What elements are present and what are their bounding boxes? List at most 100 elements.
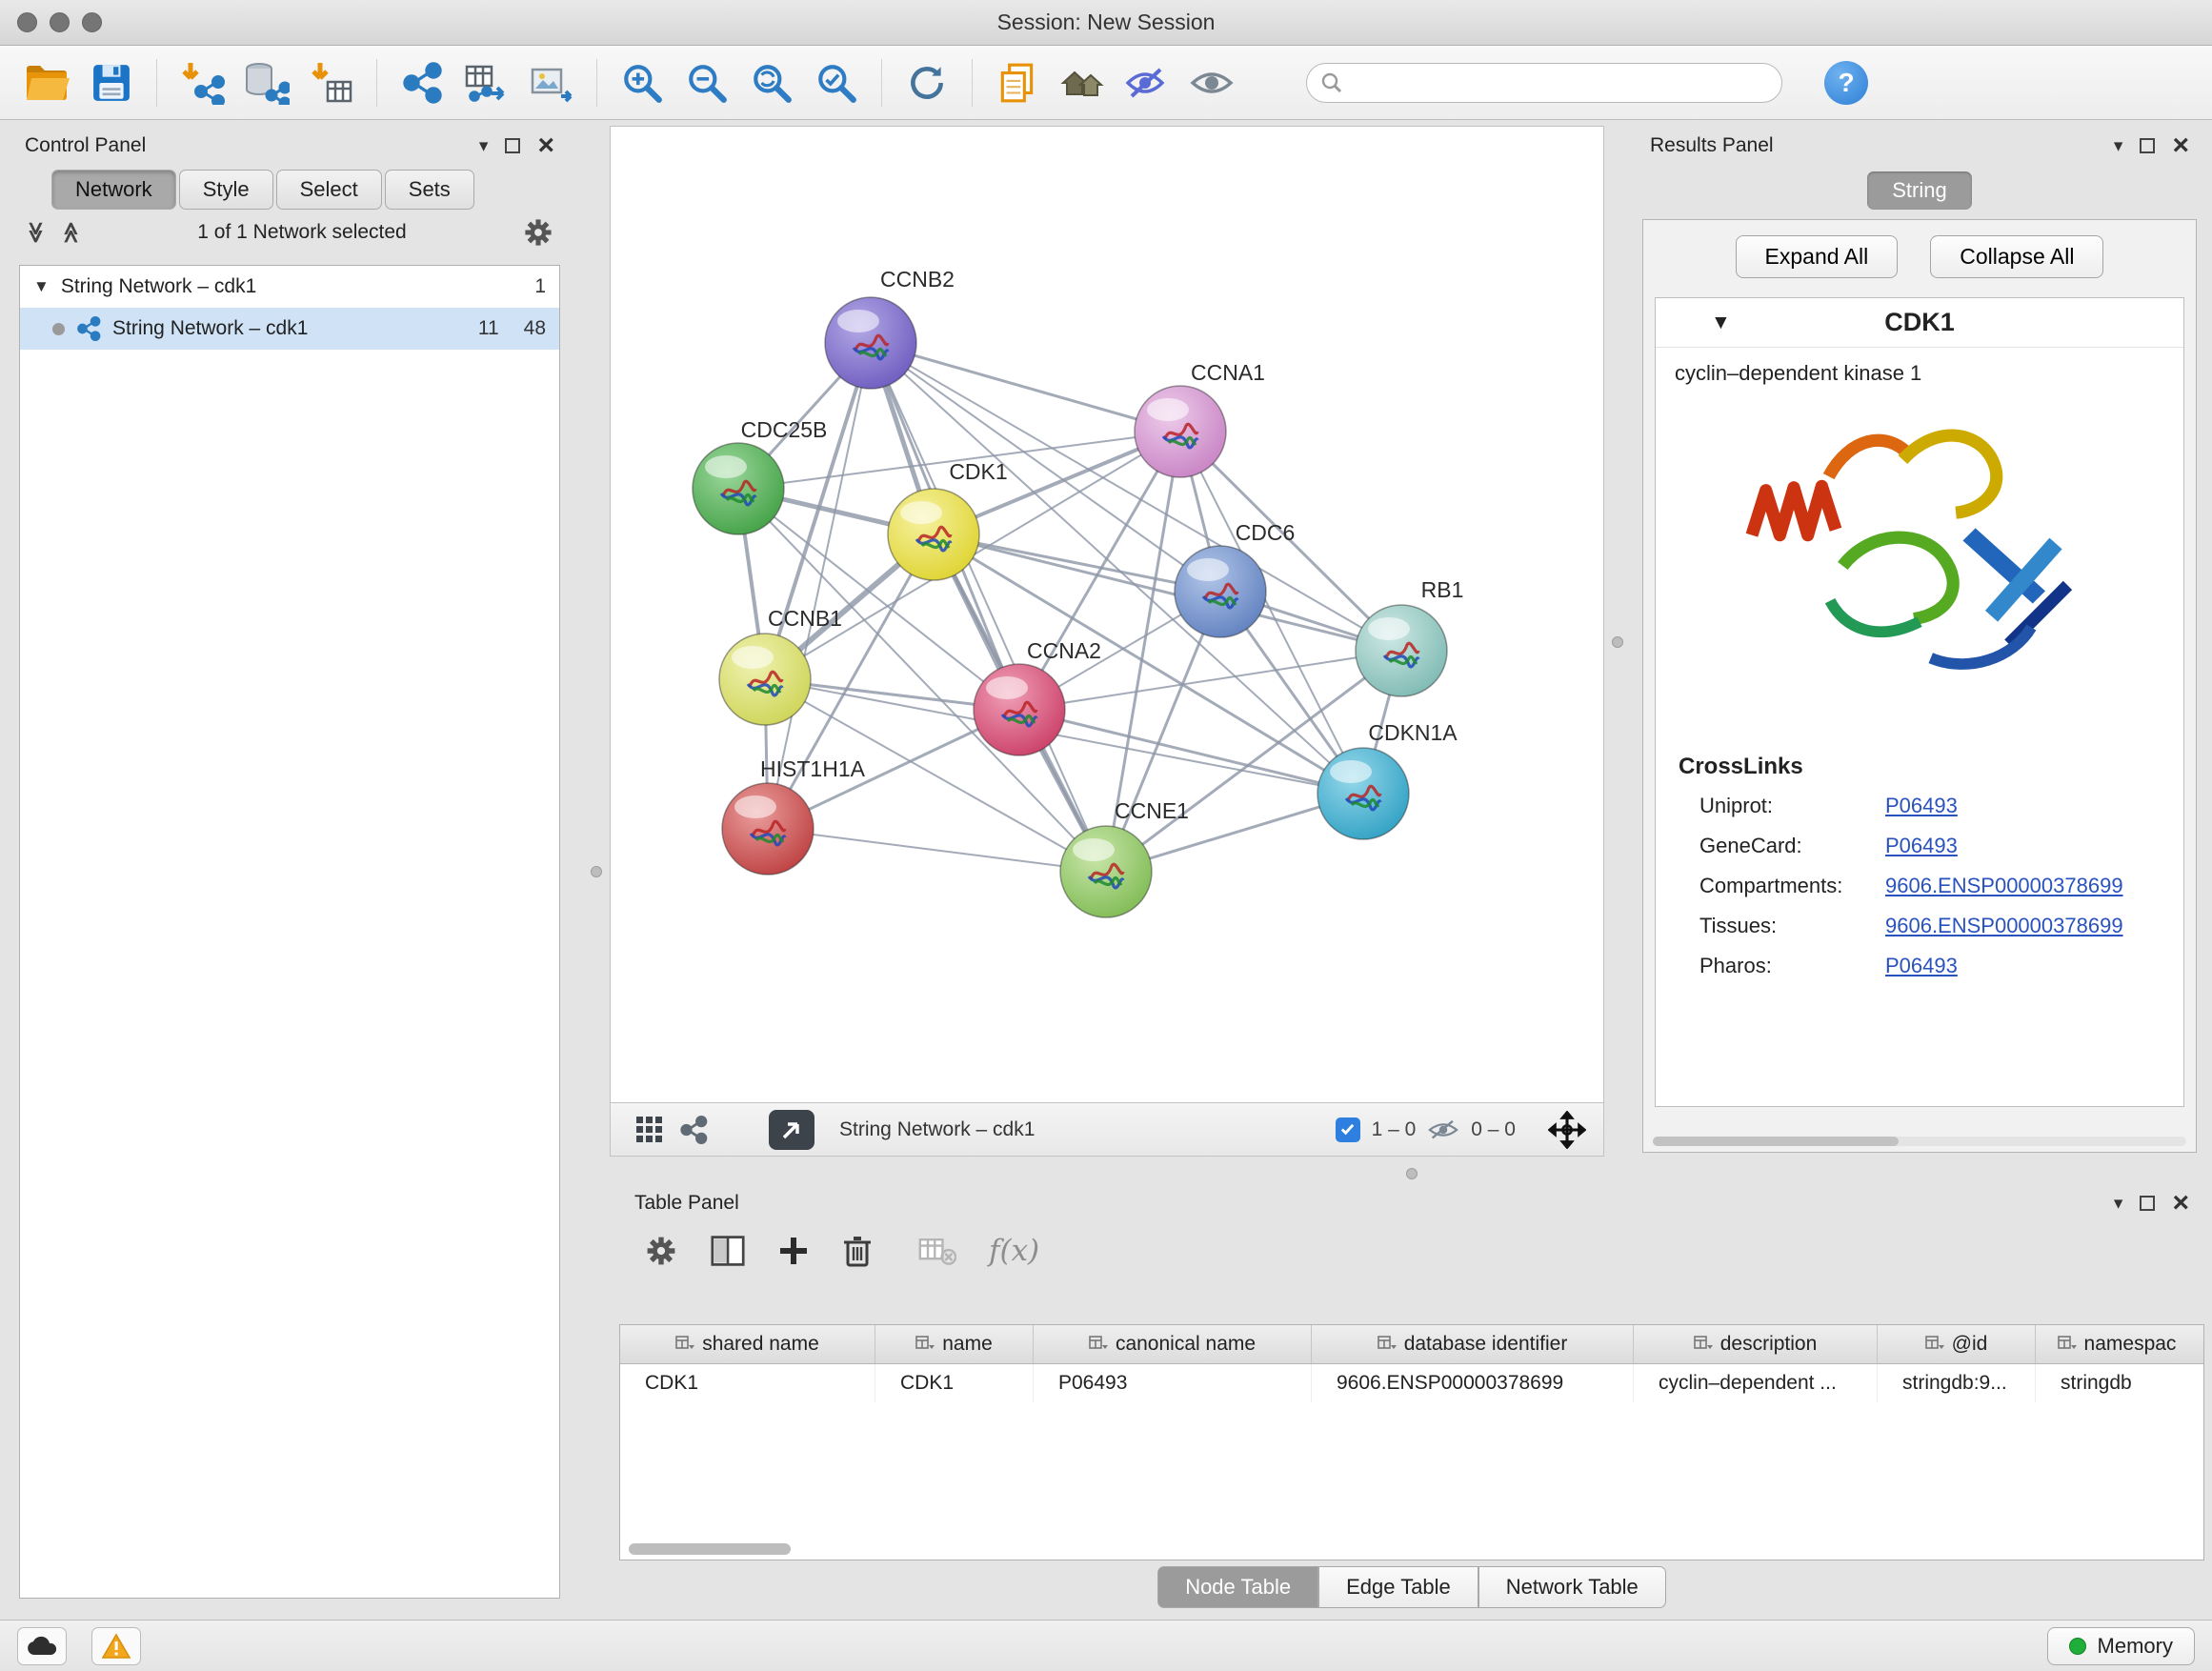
- table-settings-gear-icon[interactable]: [644, 1234, 678, 1268]
- zoom-in-button[interactable]: [614, 55, 670, 111]
- panel-menu-icon[interactable]: ▾: [2114, 1193, 2123, 1215]
- network-node-RB1[interactable]: RB1: [1356, 577, 1463, 696]
- crosslink-genecard[interactable]: P06493: [1885, 834, 1958, 858]
- export-image-button[interactable]: [524, 55, 579, 111]
- selected-checkbox[interactable]: [1336, 1117, 1360, 1142]
- close-panel-icon[interactable]: ×: [537, 138, 554, 153]
- zoom-out-button[interactable]: [679, 55, 734, 111]
- column-header[interactable]: namespac: [2036, 1325, 2198, 1363]
- collapse-all-button[interactable]: Collapse All: [1930, 235, 2103, 278]
- table-horizontal-scrollbar[interactable]: [629, 1543, 791, 1555]
- expand-all-button[interactable]: Expand All: [1736, 235, 1899, 278]
- add-column-plus-icon[interactable]: [777, 1235, 810, 1267]
- cell-database-identifier[interactable]: 9606.ENSP00000378699: [1312, 1364, 1634, 1402]
- column-header[interactable]: @id: [1878, 1325, 2036, 1363]
- zoom-fit-button[interactable]: [744, 55, 799, 111]
- network-node-CCNB1[interactable]: CCNB1: [719, 606, 842, 725]
- grid-view-button[interactable]: [628, 1108, 672, 1152]
- cell-namespace[interactable]: stringdb: [2036, 1364, 2198, 1402]
- home-networks-button[interactable]: [1055, 55, 1110, 111]
- cell-shared-name[interactable]: CDK1: [620, 1364, 875, 1402]
- crosslink-compartments[interactable]: 9606.ENSP00000378699: [1885, 874, 2123, 898]
- close-panel-icon[interactable]: ×: [2172, 138, 2189, 153]
- crosslink-pharos[interactable]: P06493: [1885, 954, 1958, 978]
- crosslink-tissues[interactable]: 9606.ENSP00000378699: [1885, 914, 2123, 938]
- tab-select[interactable]: Select: [276, 170, 382, 210]
- tab-node-table[interactable]: Node Table: [1157, 1566, 1318, 1608]
- right-splitter-handle[interactable]: [1612, 636, 1623, 648]
- refresh-button[interactable]: [899, 55, 955, 111]
- network-node-CDKN1A[interactable]: CDKN1A: [1317, 720, 1458, 839]
- duplicate-document-button[interactable]: [990, 55, 1045, 111]
- search-input[interactable]: [1351, 71, 1768, 93]
- network-node-HIST1H1A[interactable]: HIST1H1A: [722, 756, 866, 875]
- network-edge-CDK1-RB1[interactable]: [934, 534, 1401, 651]
- panel-menu-icon[interactable]: ▾: [2114, 135, 2123, 157]
- network-edge-CCNB2-CCNA1[interactable]: [871, 343, 1180, 432]
- column-header[interactable]: shared name: [620, 1325, 875, 1363]
- bottom-splitter-handle[interactable]: [1406, 1168, 1418, 1179]
- column-header[interactable]: name: [875, 1325, 1034, 1363]
- tab-sets[interactable]: Sets: [385, 170, 474, 210]
- save-session-button[interactable]: [84, 55, 139, 111]
- tab-style[interactable]: Style: [179, 170, 273, 210]
- network-edge-CCNB2-CCNE1[interactable]: [871, 343, 1106, 872]
- cell-name[interactable]: CDK1: [875, 1364, 1034, 1402]
- close-panel-icon[interactable]: ×: [2172, 1196, 2189, 1211]
- import-table-button[interactable]: [304, 55, 359, 111]
- network-row-selected[interactable]: String Network – cdk1 11 48: [20, 308, 559, 350]
- network-edge-HIST1H1A-CCNE1[interactable]: [768, 829, 1106, 872]
- memory-button[interactable]: Memory: [2047, 1627, 2195, 1665]
- expander-icon[interactable]: ▼: [33, 277, 50, 296]
- close-window-button[interactable]: [17, 12, 37, 32]
- maximize-window-button[interactable]: [82, 12, 102, 32]
- detach-view-button[interactable]: [769, 1110, 814, 1150]
- help-button[interactable]: ?: [1824, 61, 1868, 105]
- network-graph[interactable]: CCNB2CCNA1CDC25BCDK1CDC6RB1CCNB1CCNA2CDK…: [611, 127, 1603, 1102]
- cell-id[interactable]: stringdb:9...: [1878, 1364, 2036, 1402]
- network-node-CCNB2[interactable]: CCNB2: [825, 267, 955, 389]
- float-panel-icon[interactable]: [2140, 1196, 2155, 1211]
- tab-edge-table[interactable]: Edge Table: [1318, 1566, 1478, 1608]
- collapse-all-networks-icon[interactable]: ≪: [59, 221, 84, 243]
- network-node-CDC25B[interactable]: CDC25B: [693, 417, 827, 534]
- results-horizontal-scrollbar[interactable]: [1653, 1137, 2186, 1146]
- delete-column-trash-icon[interactable]: [842, 1234, 873, 1268]
- tab-network[interactable]: Network: [51, 170, 176, 210]
- show-annotations-button[interactable]: [1184, 55, 1239, 111]
- section-expander-icon[interactable]: ▼: [1711, 312, 1731, 334]
- network-node-CCNA1[interactable]: CCNA1: [1135, 360, 1265, 477]
- warnings-button[interactable]: [91, 1627, 141, 1665]
- tab-string[interactable]: String: [1867, 171, 1971, 210]
- function-builder-button[interactable]: f(x): [989, 1234, 1039, 1268]
- import-network-file-button[interactable]: [174, 55, 230, 111]
- tab-network-table[interactable]: Network Table: [1478, 1566, 1666, 1608]
- minimize-window-button[interactable]: [50, 12, 70, 32]
- select-columns-icon[interactable]: [711, 1235, 745, 1267]
- zoom-selected-button[interactable]: [809, 55, 864, 111]
- cell-description[interactable]: cyclin–dependent ...: [1634, 1364, 1878, 1402]
- new-network-button[interactable]: [394, 55, 450, 111]
- pan-crosshair-icon[interactable]: [1548, 1111, 1586, 1149]
- crosslink-uniprot[interactable]: P06493: [1885, 794, 1958, 818]
- network-table-button[interactable]: [459, 55, 514, 111]
- network-view-mode-button[interactable]: [672, 1108, 715, 1152]
- open-session-button[interactable]: [19, 55, 74, 111]
- gear-icon[interactable]: [522, 216, 554, 249]
- column-header[interactable]: description: [1634, 1325, 1878, 1363]
- network-view[interactable]: CCNB2CCNA1CDC25BCDK1CDC6RB1CCNB1CCNA2CDK…: [610, 126, 1604, 1103]
- float-panel-icon[interactable]: [2140, 138, 2155, 153]
- table-row[interactable]: CDK1 CDK1 P06493 9606.ENSP00000378699 cy…: [620, 1364, 2203, 1402]
- cloud-button[interactable]: [17, 1627, 67, 1665]
- expand-all-networks-icon[interactable]: ≫: [24, 221, 49, 243]
- left-splitter-handle[interactable]: [591, 866, 602, 877]
- network-collection-row[interactable]: ▼ String Network – cdk1 1: [20, 266, 559, 308]
- column-header[interactable]: database identifier: [1312, 1325, 1634, 1363]
- import-network-database-button[interactable]: [239, 55, 294, 111]
- hide-annotations-button[interactable]: [1119, 55, 1175, 111]
- cell-canonical-name[interactable]: P06493: [1034, 1364, 1312, 1402]
- network-node-CDK1[interactable]: CDK1: [888, 459, 1008, 580]
- float-panel-icon[interactable]: [505, 138, 520, 153]
- column-header[interactable]: canonical name: [1034, 1325, 1312, 1363]
- panel-menu-icon[interactable]: ▾: [479, 135, 489, 157]
